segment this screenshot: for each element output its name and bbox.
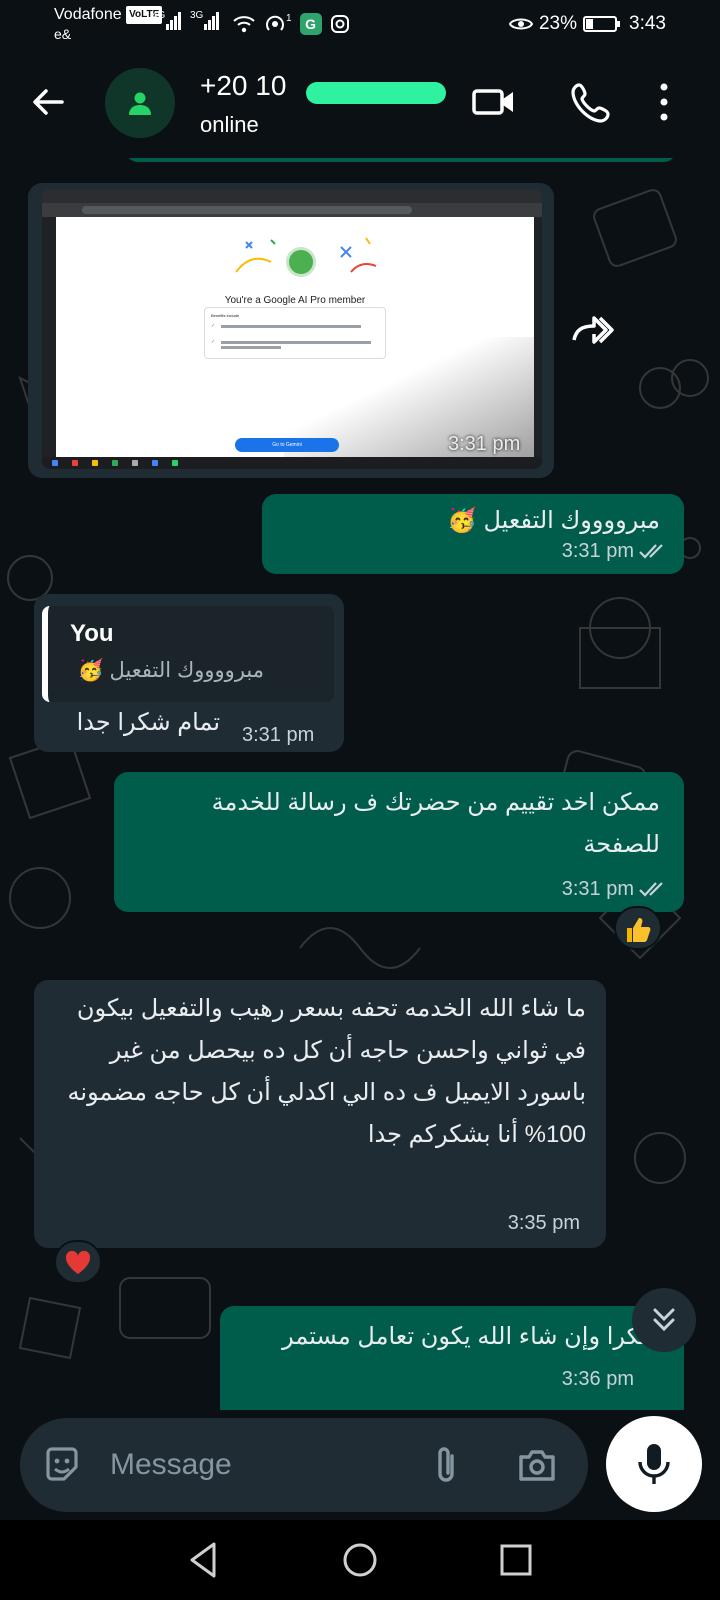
contact-status: online bbox=[200, 112, 259, 137]
microphone-icon bbox=[638, 1444, 670, 1484]
network-type-2: 3G bbox=[190, 10, 204, 21]
phone-call-icon[interactable] bbox=[570, 80, 614, 124]
wifi-icon bbox=[233, 16, 255, 33]
nav-recents-icon[interactable] bbox=[496, 1540, 536, 1580]
incoming-message[interactable]: ما شاء الله الخدمه تحفه بسعر رهيب والتفع… bbox=[34, 980, 606, 1248]
avatar[interactable] bbox=[105, 68, 175, 138]
carrier-name: Vodafone VoLTE bbox=[54, 6, 163, 24]
message-input[interactable] bbox=[110, 1442, 410, 1488]
previous-message-edge bbox=[126, 158, 676, 162]
battery-icon bbox=[583, 16, 621, 32]
clock: 3:43 bbox=[629, 13, 666, 34]
benefits-label: Benefits include bbox=[211, 313, 240, 318]
signal-icon bbox=[166, 12, 182, 34]
nav-back-icon[interactable] bbox=[184, 1540, 224, 1580]
forward-icon[interactable] bbox=[566, 302, 616, 352]
video-call-icon[interactable] bbox=[472, 80, 516, 124]
message-time: 3:35 pm bbox=[507, 1212, 580, 1234]
system-navigation-bar bbox=[0, 1520, 720, 1600]
outgoing-message[interactable]: شكرا وإن شاء الله يكون تعامل مستمر 3:36 … bbox=[220, 1306, 684, 1410]
message-text: شكرا وإن شاء الله يكون تعامل مستمر bbox=[282, 1323, 660, 1350]
eye-icon bbox=[508, 18, 533, 30]
status-bar: Vodafone VoLTE e& 4G 3G 1 G 23% 3:43 bbox=[0, 0, 720, 46]
double-check-icon bbox=[639, 882, 663, 897]
message-text: تمام شكرا جدا bbox=[76, 709, 220, 736]
message-time: 3:36 pm bbox=[561, 1368, 634, 1390]
go-to-gemini-button: Go to Gemini bbox=[235, 438, 339, 452]
page-heading: You're a Google AI Pro member bbox=[224, 295, 366, 306]
message-time: 3:31 pm bbox=[561, 878, 634, 900]
thumbs-up-icon bbox=[627, 918, 651, 942]
scroll-to-bottom-button[interactable] bbox=[632, 1288, 696, 1352]
carrier2-name: e& bbox=[54, 26, 72, 42]
signal-icon-2 bbox=[204, 12, 220, 34]
check-icon: ✓ bbox=[211, 339, 216, 345]
redaction-mark bbox=[306, 82, 446, 104]
image-message[interactable]: You're a Google AI Pro member Benefits i… bbox=[28, 183, 554, 478]
message-text: ممكن اخد تقييم من حضرتك ف رسالة للخدمة ل… bbox=[211, 789, 660, 858]
message-composer bbox=[20, 1418, 588, 1512]
outgoing-message[interactable]: مبرووووك التفعيل 🥳 3:31 pm bbox=[262, 494, 684, 574]
more-options-icon[interactable] bbox=[656, 80, 672, 124]
grammarly-icon: G bbox=[299, 13, 322, 35]
person-icon bbox=[129, 92, 151, 115]
battery-percent: 23% bbox=[538, 13, 578, 34]
browser-address-bar bbox=[42, 203, 542, 217]
contact-name[interactable]: +20 10 bbox=[200, 70, 286, 102]
quote-author: You bbox=[70, 620, 114, 647]
web-page: You're a Google AI Pro member Benefits i… bbox=[56, 217, 534, 457]
carrier-label: Vodafone bbox=[54, 6, 122, 24]
message-text: ما شاء الله الخدمه تحفه بسعر رهيب والتفع… bbox=[67, 995, 586, 1148]
double-chevron-down-icon bbox=[653, 1308, 675, 1332]
quoted-message[interactable]: You مبرووووك التفعيل 🥳 bbox=[42, 606, 334, 702]
voice-message-button[interactable] bbox=[606, 1416, 702, 1512]
hotspot-count: 1 bbox=[286, 13, 292, 24]
message-text: مبرووووك التفعيل 🥳 bbox=[446, 507, 660, 534]
chat-header: +20 10 online bbox=[0, 46, 720, 158]
outgoing-message[interactable]: ممكن اخد تقييم من حضرتك ف رسالة للخدمة ل… bbox=[114, 772, 684, 912]
google-check-icon bbox=[286, 247, 316, 277]
os-taskbar bbox=[42, 457, 542, 469]
reaction-badge[interactable] bbox=[54, 1240, 102, 1284]
sticker-icon[interactable] bbox=[42, 1445, 82, 1485]
chat-area[interactable]: You're a Google AI Pro member Benefits i… bbox=[0, 158, 720, 1410]
back-arrow-icon[interactable] bbox=[28, 82, 68, 122]
message-time: 3:31 pm bbox=[242, 724, 315, 746]
camera-icon[interactable] bbox=[516, 1444, 558, 1486]
nav-home-icon[interactable] bbox=[340, 1540, 380, 1580]
quote-text: مبرووووك التفعيل 🥳 bbox=[77, 659, 264, 682]
heart-icon bbox=[65, 1250, 91, 1274]
browser-tab-strip bbox=[42, 189, 542, 203]
attach-icon[interactable] bbox=[426, 1444, 466, 1486]
message-time: 3:31 pm bbox=[448, 433, 521, 455]
hotspot-icon: 1 bbox=[264, 13, 292, 35]
network-type-1: 4G bbox=[152, 10, 166, 21]
check-icon: ✓ bbox=[211, 323, 216, 329]
screenshot-thumbnail[interactable]: You're a Google AI Pro member Benefits i… bbox=[42, 189, 542, 469]
reaction-badge[interactable] bbox=[614, 906, 662, 950]
instagram-icon bbox=[330, 15, 349, 33]
double-check-icon bbox=[639, 544, 663, 559]
message-time: 3:31 pm bbox=[561, 540, 634, 562]
